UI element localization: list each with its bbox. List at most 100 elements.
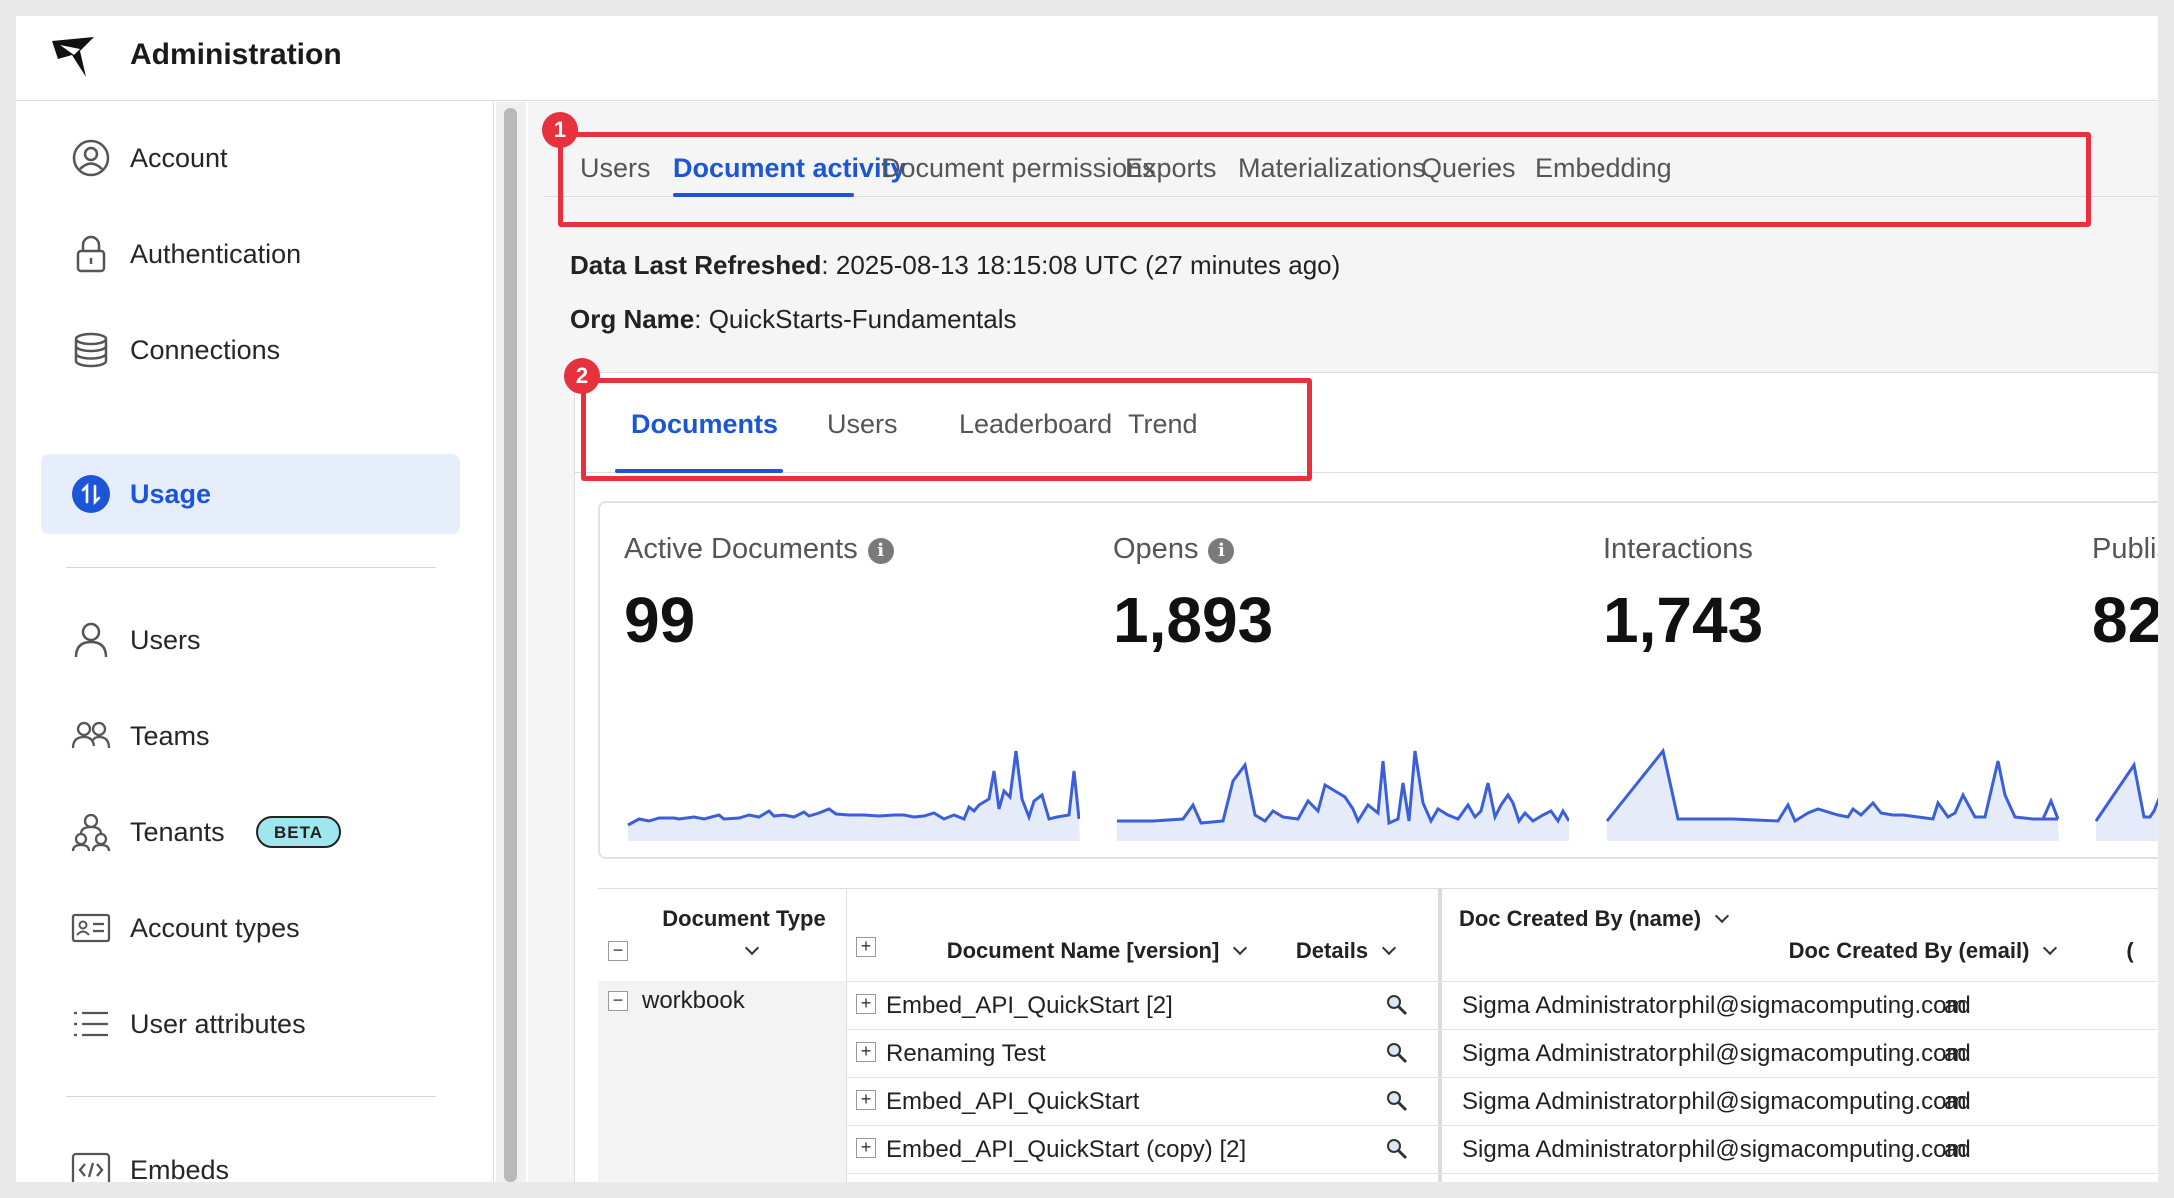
kpi-published: Publis 82 <box>2092 503 2158 853</box>
header-created-by-name[interactable]: Doc Created By (name) <box>1458 903 1730 935</box>
documents-panel: Documents Users Leaderboard Trend Active… <box>574 372 2158 1182</box>
sidebar-item-users[interactable]: Users <box>41 600 460 680</box>
magnifier-icon[interactable] <box>1386 1090 1408 1112</box>
table-row[interactable]: + Renaming Test Sigma Administrator phil… <box>846 1029 2158 1077</box>
id-card-icon <box>71 913 111 943</box>
cell-extra: ad <box>1944 992 1971 1019</box>
expand-row-button[interactable]: + <box>856 994 876 1014</box>
sidebar-item-authentication[interactable]: Authentication <box>41 214 460 294</box>
expand-all-button[interactable]: + <box>856 937 876 957</box>
expand-row-button[interactable]: + <box>856 1138 876 1158</box>
magnifier-icon[interactable] <box>1386 1042 1408 1064</box>
cell-extra: ad <box>1944 1136 1971 1163</box>
main-content: Users Document activity Document permiss… <box>528 102 2158 1182</box>
callout-badge-1: 1 <box>542 112 578 148</box>
chevron-down-icon[interactable] <box>1714 908 1730 924</box>
documents-table: − Document Type + Document Name [version… <box>598 888 2158 1182</box>
org-label: Org Name <box>570 304 695 334</box>
sidebar-item-teams[interactable]: Teams <box>41 696 460 776</box>
chevron-down-icon[interactable] <box>1382 940 1397 956</box>
cell-created-by-name: Sigma Administrator <box>1462 1040 1677 1067</box>
kpi-title: Active Documents i <box>624 533 894 566</box>
info-icon[interactable]: i <box>1208 538 1235 564</box>
magnifier-icon[interactable] <box>1386 994 1408 1016</box>
org-value: : QuickStarts-Fundamentals <box>694 304 1017 334</box>
expand-row-button[interactable]: + <box>856 1090 876 1110</box>
sidebar-item-usage[interactable]: Usage <box>41 454 460 534</box>
header-extra[interactable]: ( <box>2120 935 2140 967</box>
refreshed-value: : 2025-08-13 18:15:08 UTC (27 minutes ag… <box>821 250 1341 280</box>
code-icon <box>71 1152 111 1182</box>
kpi-active-documents: Active Documents i 99 <box>624 503 1104 853</box>
kpi-card: Active Documents i 99 Opens i 1,893 Inte… <box>598 501 2158 859</box>
sidebar-item-label: Teams <box>130 720 210 751</box>
sidebar-item-label: Embeds <box>130 1154 230 1183</box>
sparkline-published <box>2094 761 2158 841</box>
magnifier-icon[interactable] <box>1386 1138 1408 1160</box>
sidebar-item-user-attributes[interactable]: User attributes <box>41 984 460 1064</box>
header-details[interactable]: Details <box>1280 935 1410 967</box>
kpi-value: 99 <box>624 584 696 656</box>
highlight-box-1 <box>558 132 2091 227</box>
kpi-interactions: Interactions 1,743 <box>1603 503 2083 853</box>
group-value: workbook <box>642 987 745 1014</box>
header-created-by-email[interactable]: Doc Created By (email) <box>1752 935 2092 967</box>
cell-document-name[interactable]: Embed_API_QuickStart (copy) [2] <box>886 1136 1246 1164</box>
expand-row-button[interactable]: + <box>856 1042 876 1062</box>
kpi-title: Interactions <box>1603 533 1753 565</box>
header-document-type[interactable]: Document Type <box>654 903 834 967</box>
user-circle-icon <box>72 139 110 177</box>
sparkline-interactions <box>1605 747 2059 841</box>
header-document-name[interactable]: Document Name [version] <box>936 935 1256 967</box>
list-icon <box>74 1011 108 1037</box>
cell-document-name[interactable]: Embed_API_QuickStart [2] <box>886 992 1173 1020</box>
sigma-logo-icon[interactable] <box>50 35 98 79</box>
cell-created-by-email: phil@sigmacomputing.com <box>1678 1136 1967 1163</box>
table-row[interactable]: + Embed_API_QuickStart (copy) [2] Sigma … <box>846 1125 2158 1173</box>
kpi-value: 1,893 <box>1113 584 1274 656</box>
collapse-all-button[interactable]: − <box>608 941 628 961</box>
sidebar-item-label: Account types <box>130 912 300 943</box>
cell-document-name[interactable]: Renaming Test <box>886 1040 1046 1068</box>
org-name: Org Name: QuickStarts-Fundamentals <box>570 304 1017 335</box>
chevron-down-icon[interactable] <box>1233 940 1248 956</box>
database-icon <box>74 332 108 368</box>
sidebar-item-connections[interactable]: Connections <box>41 310 460 390</box>
cell-extra: ad <box>1944 1088 1971 1115</box>
sidebar-item-account-types[interactable]: Account types <box>41 888 460 968</box>
sparkline-opens <box>1117 750 1569 841</box>
sidebar-divider <box>66 567 436 568</box>
highlight-box-2 <box>581 378 1312 481</box>
cell-created-by-email: phil@sigmacomputing.com <box>1678 992 1967 1019</box>
cell-document-name[interactable]: Embed_API_QuickStart <box>886 1088 1139 1116</box>
sidebar-item-label: Users <box>130 624 201 655</box>
table-row[interactable]: + Embed_API_QuickStart [2] Sigma Adminis… <box>846 981 2158 1029</box>
cell-extra: ad <box>1944 1040 1971 1067</box>
sidebar-item-embeds[interactable]: Embeds <box>41 1130 460 1182</box>
lock-icon <box>76 235 106 273</box>
table-row[interactable]: + Embed_API_QuickStart Sigma Administrat… <box>846 1077 2158 1125</box>
refreshed-label: Data Last Refreshed <box>570 250 822 280</box>
sidebar-item-account[interactable]: Account <box>41 118 460 198</box>
scrollbar-thumb[interactable] <box>504 108 517 1182</box>
cell-created-by-name: Sigma Administrator <box>1462 992 1677 1019</box>
chevron-down-icon[interactable] <box>744 940 760 956</box>
sidebar-item-label: Connections <box>130 334 281 365</box>
sidebar: Account Authentication Connections Usage… <box>16 102 494 1182</box>
user-icon <box>74 622 108 658</box>
tenants-icon <box>71 813 111 852</box>
table-row-partial[interactable] <box>846 1173 2158 1182</box>
callout-badge-2: 2 <box>564 358 600 394</box>
sidebar-item-label: Usage <box>130 478 212 509</box>
sidebar-item-label: User attributes <box>130 1008 306 1039</box>
chevron-down-icon[interactable] <box>2043 940 2058 956</box>
info-icon[interactable]: i <box>867 538 894 564</box>
top-bar: Administration <box>16 16 2158 101</box>
app-title: Administration <box>130 38 342 71</box>
sidebar-item-tenants[interactable]: Tenants BETA <box>41 792 460 872</box>
collapse-group-button[interactable]: − <box>608 991 628 1011</box>
cell-created-by-email: phil@sigmacomputing.com <box>1678 1088 1967 1115</box>
kpi-title: Opens i <box>1113 533 1235 566</box>
kpi-opens: Opens i 1,893 <box>1113 503 1593 853</box>
kpi-value: 82 <box>2092 584 2158 656</box>
